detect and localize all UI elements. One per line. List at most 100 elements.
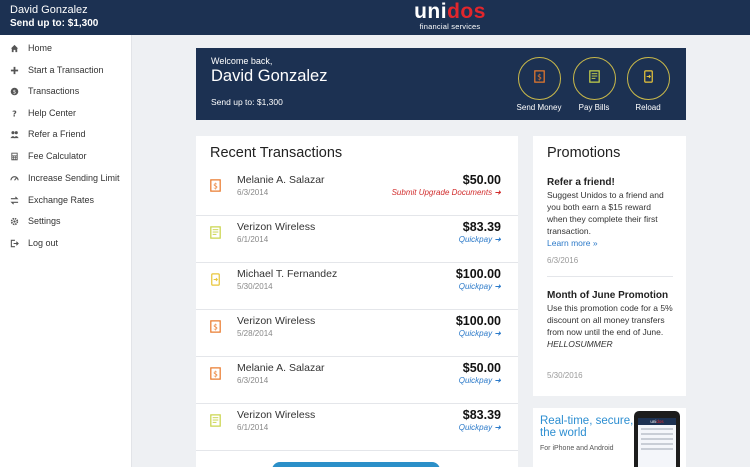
recent-transactions-card: Recent Transactions $ Melanie A. Salazar… [196, 136, 518, 467]
people-icon [9, 129, 19, 139]
sidebar-item-home[interactable]: Home [0, 38, 131, 58]
svg-text:$: $ [537, 72, 542, 81]
promotion-item: Refer a friend! Suggest Unidos to a frie… [547, 176, 673, 271]
promotion-date: 5/30/2016 [547, 371, 583, 380]
reload-button[interactable]: Reload [618, 57, 678, 119]
sidebar-item-log-out[interactable]: Log out [0, 233, 131, 253]
transaction-amount: $83.39 [462, 220, 501, 234]
quickpay-link[interactable]: Quickpay ➜ [459, 282, 501, 291]
promotion-body: Suggest Unidos to a friend and you both … [547, 190, 664, 236]
quickpay-link[interactable]: Quickpay ➜ [459, 423, 501, 432]
promotion-date: 6/3/2016 [547, 256, 579, 265]
transaction-row[interactable]: Verizon Wireless 6/1/2014 $83.39 Quickpa… [196, 404, 518, 451]
transaction-name: Verizon Wireless [237, 315, 316, 327]
sidebar-item-label: Start a Transaction [28, 65, 104, 75]
sidebar-item-settings[interactable]: Settings [0, 211, 131, 231]
promotion-item: Month of June Promotion Use this promoti… [547, 289, 673, 389]
reload-label: Reload [635, 103, 661, 112]
reload-icon [208, 272, 223, 287]
transaction-name: Verizon Wireless [237, 409, 316, 421]
transaction-row[interactable]: Verizon Wireless 6/1/2014 $83.39 Quickpa… [196, 216, 518, 263]
send-money-button[interactable]: $ Send Money [509, 57, 569, 119]
transaction-name: Michael T. Fernandez [237, 268, 338, 280]
transaction-date: 6/1/2014 [237, 235, 269, 244]
welcome-user-name: David Gonzalez [211, 67, 328, 85]
sidebar-item-increase-limit[interactable]: Increase Sending Limit [0, 168, 131, 188]
transaction-row[interactable]: Michael T. Fernandez 5/30/2014 $100.00 Q… [196, 263, 518, 310]
transaction-amount: $50.00 [462, 173, 501, 187]
plus-icon [9, 65, 19, 75]
sidebar-item-label: Log out [28, 238, 59, 248]
promotions-card: Promotions Refer a friend! Suggest Unido… [533, 136, 686, 396]
pay-bills-icon [208, 413, 223, 428]
send-money-icon: $ [208, 366, 223, 381]
quickpay-link[interactable]: Quickpay ➜ [459, 376, 501, 385]
send-money-label: Send Money [516, 103, 562, 112]
transaction-row[interactable]: $ Verizon Wireless 5/28/2014 $100.00 Qui… [196, 310, 518, 357]
transaction-date: 5/28/2014 [237, 329, 273, 338]
top-bar: David Gonzalez Send up to: $1,300 unidos… [0, 0, 750, 35]
transaction-name: Melanie A. Salazar [237, 362, 325, 374]
dollar-icon: $ [9, 86, 19, 96]
promotion-heading: Refer a friend! [547, 177, 615, 188]
transaction-amount: $83.39 [462, 408, 501, 422]
recent-transactions-title: Recent Transactions [210, 145, 343, 161]
send-money-icon: $ [532, 69, 547, 89]
top-send-limit: Send up to: $1,300 [10, 18, 99, 29]
transaction-amount: $100.00 [455, 267, 501, 281]
quickpay-link[interactable]: Quickpay ➜ [459, 235, 501, 244]
reload-icon [641, 69, 656, 89]
view-all-transactions-button[interactable] [272, 462, 440, 467]
transaction-date: 6/1/2014 [237, 423, 269, 432]
logout-icon [9, 238, 19, 248]
exchange-icon [9, 195, 19, 205]
svg-text:$: $ [213, 182, 218, 191]
welcome-banner: Welcome back, David Gonzalez Send up to:… [196, 48, 686, 120]
home-icon [9, 43, 19, 53]
gear-icon [9, 216, 19, 226]
sidebar-item-start-transaction[interactable]: Start a Transaction [0, 60, 131, 80]
svg-text:?: ? [12, 109, 17, 118]
learn-more-link[interactable]: Learn more » [547, 237, 673, 249]
unidos-logo[interactable]: unidos financial services [405, 1, 495, 32]
transaction-name: Melanie A. Salazar [237, 174, 325, 186]
question-icon: ? [9, 108, 19, 118]
quickpay-link[interactable]: Quickpay ➜ [459, 329, 501, 338]
transaction-name: Verizon Wireless [237, 221, 316, 233]
transaction-date: 6/3/2014 [237, 376, 269, 385]
sidebar-item-label: Refer a Friend [28, 129, 86, 139]
sidebar-item-label: Home [28, 43, 53, 53]
promotion-body: Use this promotion code for a 5% discoun… [547, 303, 673, 337]
promotion-heading: Month of June Promotion [547, 290, 669, 301]
transaction-amount: $100.00 [455, 314, 501, 328]
sidebar-item-label: Exchange Rates [28, 195, 95, 205]
svg-text:$: $ [12, 89, 15, 95]
transaction-row[interactable]: $ Melanie A. Salazar 6/3/2014 $50.00 Sub… [196, 169, 518, 216]
ad-subtitle: For iPhone and Android [540, 445, 614, 452]
send-money-icon: $ [208, 178, 223, 193]
transaction-row[interactable]: $ Melanie A. Salazar 6/3/2014 $50.00 Qui… [196, 357, 518, 404]
pay-bills-button[interactable]: Pay Bills [564, 57, 624, 119]
transaction-date: 6/3/2014 [237, 188, 269, 197]
top-user-name: David Gonzalez [10, 4, 88, 16]
calculator-icon [9, 151, 19, 161]
phone-image: unidos [634, 411, 680, 467]
sidebar-item-help-center[interactable]: ? Help Center [0, 103, 131, 123]
pay-bills-icon [208, 225, 223, 240]
pay-bills-label: Pay Bills [578, 103, 610, 112]
transaction-date: 5/30/2014 [237, 282, 273, 291]
promotions-title: Promotions [547, 145, 621, 161]
transaction-amount: $50.00 [462, 361, 501, 375]
sidebar-item-transactions[interactable]: $ Transactions [0, 81, 131, 101]
svg-text:$: $ [213, 370, 218, 379]
sidebar: Home Start a Transaction $ Transactions … [0, 35, 132, 467]
sidebar-item-exchange-rates[interactable]: Exchange Rates [0, 190, 131, 210]
welcome-send-limit: Send up to: $1,300 [211, 97, 283, 107]
mobile-app-ad[interactable]: Real-time, secure, around the world For … [533, 408, 686, 467]
sidebar-item-fee-calculator[interactable]: Fee Calculator [0, 146, 131, 166]
promotion-divider [547, 276, 673, 277]
submit-upgrade-documents-link[interactable]: Submit Upgrade Documents ➜ [392, 188, 501, 197]
sidebar-item-label: Settings [28, 216, 61, 226]
sidebar-item-refer-friend[interactable]: Refer a Friend [0, 124, 131, 144]
svg-text:$: $ [213, 323, 218, 332]
